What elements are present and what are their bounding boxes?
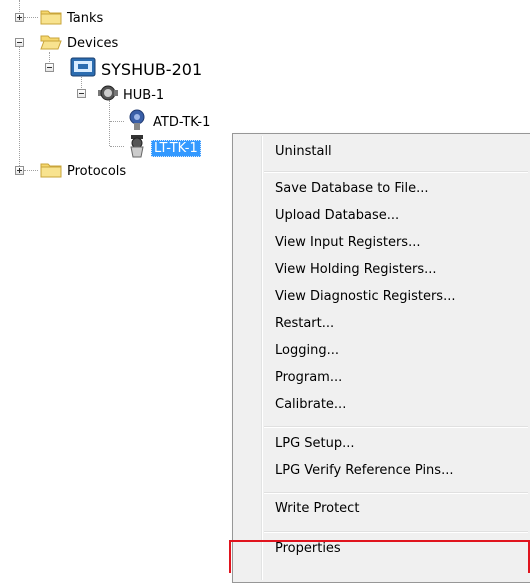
menu-separator <box>264 492 528 494</box>
menu-item-view-holding-registers[interactable]: View Holding Registers... <box>275 259 437 281</box>
menu-item-upload-database[interactable]: Upload Database... <box>275 205 399 227</box>
tree-node-devices[interactable]: Devices <box>40 33 120 54</box>
atd-label: ATD-TK-1 <box>153 114 211 130</box>
menu-separator <box>264 426 528 428</box>
devices-expander[interactable] <box>15 38 24 47</box>
menu-item-calibrate[interactable]: Calibrate... <box>275 394 346 416</box>
tanks-expander[interactable] <box>15 13 24 22</box>
properties-highlight-box <box>229 540 530 573</box>
open-folder-icon <box>40 33 62 54</box>
menu-item-lpg-verify-pins[interactable]: LPG Verify Reference Pins... <box>275 460 453 482</box>
menu-item-write-protect[interactable]: Write Protect <box>275 498 359 520</box>
tanks-label: Tanks <box>67 11 104 26</box>
tree-node-protocols[interactable]: Protocols <box>40 161 128 182</box>
folder-icon <box>40 161 62 182</box>
menu-separator <box>264 531 528 533</box>
level-transmitter-icon <box>126 134 148 162</box>
menu-item-program[interactable]: Program... <box>275 367 342 389</box>
transmitter-icon <box>126 109 148 135</box>
context-menu: Uninstall Save Database to File... Uploa… <box>232 133 530 583</box>
gauge-device-icon <box>98 84 118 106</box>
tree-node-hub[interactable]: HUB-1 <box>98 84 166 106</box>
menu-item-view-input-registers[interactable]: View Input Registers... <box>275 232 420 254</box>
hub-device-icon <box>70 56 96 82</box>
devices-label: Devices <box>67 36 119 51</box>
lt-label: LT-TK-1 <box>151 139 201 157</box>
protocols-expander[interactable] <box>15 166 24 175</box>
tree-node-syshub[interactable]: SYSHUB-201 <box>70 56 204 82</box>
tree-node-atd[interactable]: ATD-TK-1 <box>126 109 212 135</box>
menu-item-lpg-setup[interactable]: LPG Setup... <box>275 433 355 455</box>
folder-icon <box>40 8 62 29</box>
tree-node-tanks[interactable]: Tanks <box>40 8 105 29</box>
hub-expander[interactable] <box>77 89 86 98</box>
tree-node-lt[interactable]: LT-TK-1 <box>126 134 201 162</box>
hub-label: HUB-1 <box>123 87 165 103</box>
menu-item-save-database[interactable]: Save Database to File... <box>275 178 429 200</box>
menu-separator <box>264 171 528 173</box>
menu-item-logging[interactable]: Logging... <box>275 340 339 362</box>
menu-item-uninstall[interactable]: Uninstall <box>275 141 332 163</box>
syshub-label: SYSHUB-201 <box>101 59 203 79</box>
menu-item-view-diagnostic-registers[interactable]: View Diagnostic Registers... <box>275 286 455 308</box>
menu-item-restart[interactable]: Restart... <box>275 313 334 335</box>
protocols-label: Protocols <box>67 164 127 179</box>
syshub-expander[interactable] <box>45 63 54 72</box>
menu-gutter <box>261 136 263 580</box>
